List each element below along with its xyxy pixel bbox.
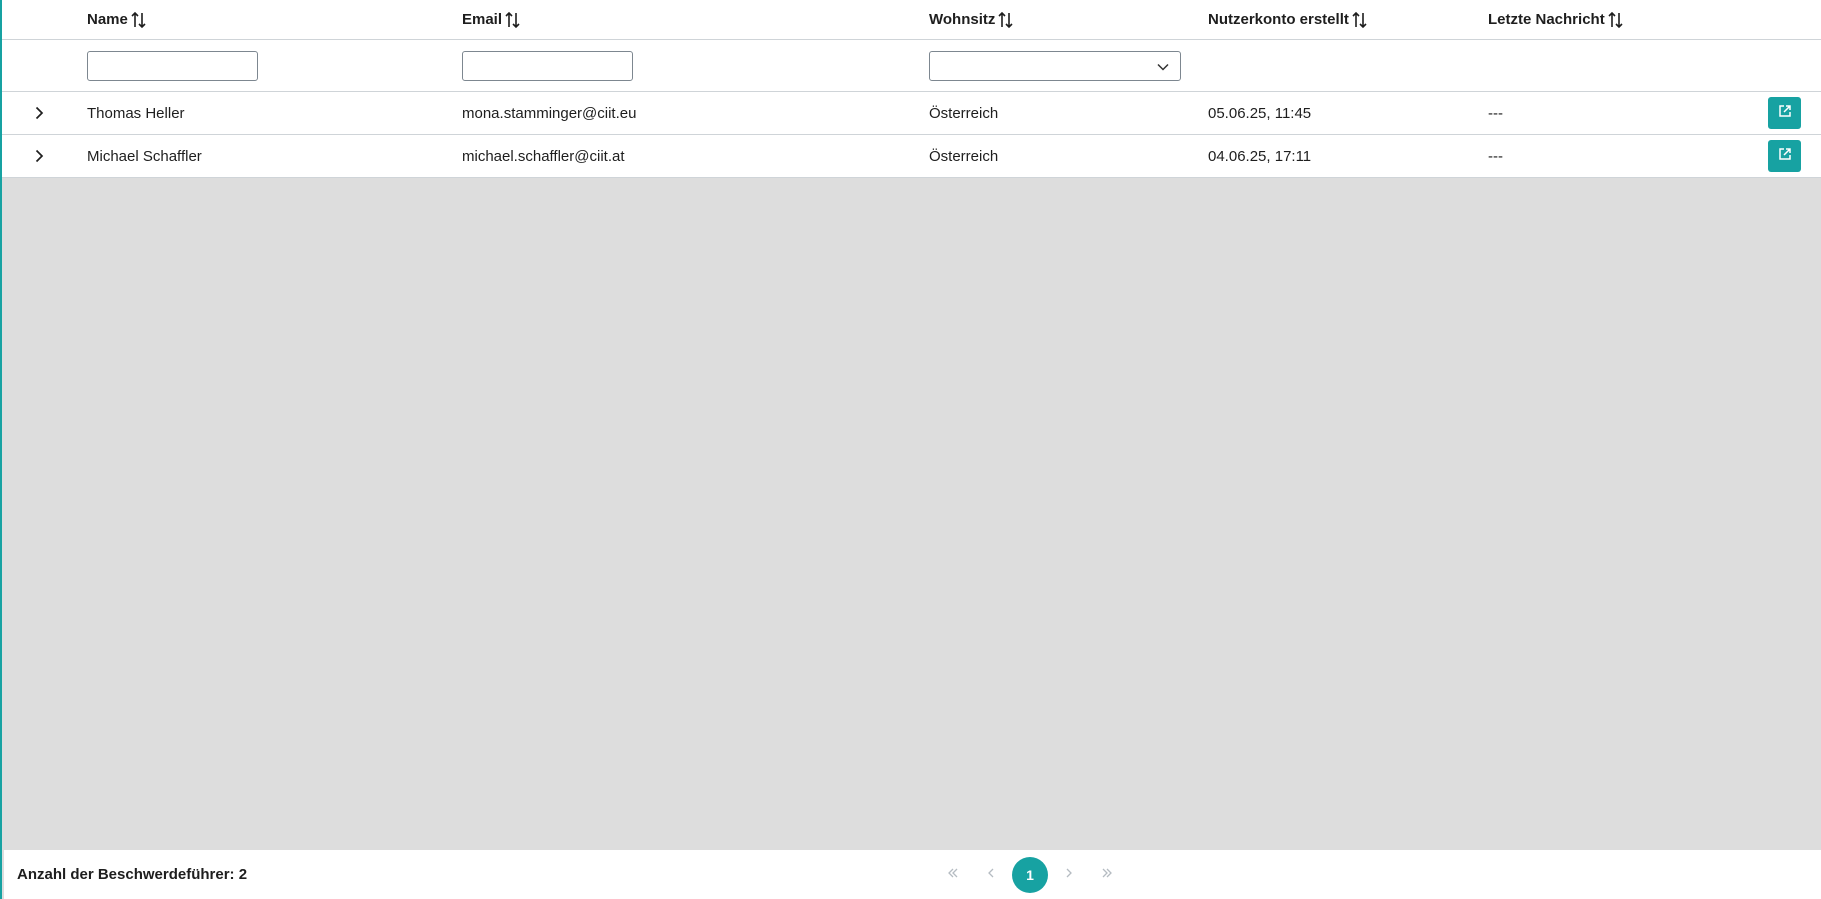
double-chevron-right-icon: [1100, 866, 1114, 883]
open-detail-button[interactable]: [1768, 97, 1801, 129]
next-page-button[interactable]: [1050, 857, 1088, 893]
cell-wohnsitz: Österreich: [929, 147, 999, 165]
cell-created: 05.06.25, 11:45: [1208, 104, 1312, 122]
cell-last-message: ---: [1488, 104, 1503, 122]
table-row[interactable]: Michael Schaffler michael.schaffler@ciit…: [2, 135, 1821, 178]
expand-cell: [24, 92, 54, 134]
email-filter-cell: [462, 40, 633, 91]
chevron-right-icon[interactable]: [29, 103, 49, 123]
column-header-label: Email: [462, 11, 503, 28]
column-header-last-message[interactable]: Letzte Nachricht: [1488, 0, 1624, 39]
cell-last-message: ---: [1488, 147, 1503, 165]
sort-icon[interactable]: [998, 11, 1014, 29]
sort-icon[interactable]: [1352, 11, 1368, 29]
sort-icon[interactable]: [131, 11, 147, 29]
column-header-label: Wohnsitz: [929, 11, 996, 28]
wohnsitz-filter-select[interactable]: [929, 50, 1181, 81]
table-header-row: Name Email Wohnsitz Nutzerkonto erstellt: [2, 0, 1821, 40]
wohnsitz-filter-cell: [929, 40, 1181, 91]
table-footer: Anzahl der Beschwerdeführer: 2 1: [4, 850, 1821, 899]
chevron-down-icon: [1156, 60, 1170, 74]
table-row[interactable]: Thomas Heller mona.stamminger@ciit.eu Ös…: [2, 92, 1821, 135]
name-filter-input[interactable]: [87, 50, 258, 81]
column-header-name[interactable]: Name: [87, 0, 147, 39]
pagination: 1: [934, 850, 1126, 899]
cell-email: mona.stamminger@ciit.eu: [462, 104, 637, 122]
column-header-wohnsitz[interactable]: Wohnsitz: [929, 0, 1014, 39]
name-filter-cell: [87, 40, 258, 91]
column-header-created[interactable]: Nutzerkonto erstellt: [1208, 0, 1368, 39]
cell-name: Michael Schaffler: [87, 147, 202, 165]
app-frame: Name Email Wohnsitz Nutzerkonto erstellt: [0, 0, 1821, 899]
column-header-label: Nutzerkonto erstellt: [1208, 11, 1349, 28]
double-chevron-left-icon: [946, 866, 960, 883]
external-link-icon: [1777, 103, 1793, 123]
data-table: Name Email Wohnsitz Nutzerkonto erstellt: [2, 0, 1821, 178]
page-button-current[interactable]: 1: [1012, 856, 1048, 893]
open-detail-button[interactable]: [1768, 140, 1801, 172]
expand-cell: [24, 135, 54, 177]
sort-icon[interactable]: [1608, 11, 1624, 29]
external-link-icon: [1777, 146, 1793, 166]
prev-page-button[interactable]: [972, 857, 1010, 893]
cell-name: Thomas Heller: [87, 104, 185, 122]
sort-icon[interactable]: [505, 11, 521, 29]
chevron-left-icon: [984, 866, 998, 883]
column-header-email[interactable]: Email: [462, 0, 521, 39]
cell-email: michael.schaffler@ciit.at: [462, 147, 625, 165]
email-filter-input[interactable]: [462, 50, 633, 81]
cell-created: 04.06.25, 17:11: [1208, 147, 1312, 165]
action-cell: [1768, 92, 1801, 134]
chevron-right-icon: [1062, 866, 1076, 883]
chevron-right-icon[interactable]: [29, 146, 49, 166]
record-count: Anzahl der Beschwerdeführer: 2: [17, 866, 248, 883]
column-header-label: Letzte Nachricht: [1488, 11, 1605, 28]
column-header-label: Name: [87, 11, 128, 28]
first-page-button[interactable]: [934, 857, 972, 893]
action-cell: [1768, 135, 1801, 177]
cell-wohnsitz: Österreich: [929, 104, 999, 122]
last-page-button[interactable]: [1088, 857, 1126, 893]
table-filter-row: [2, 40, 1821, 92]
